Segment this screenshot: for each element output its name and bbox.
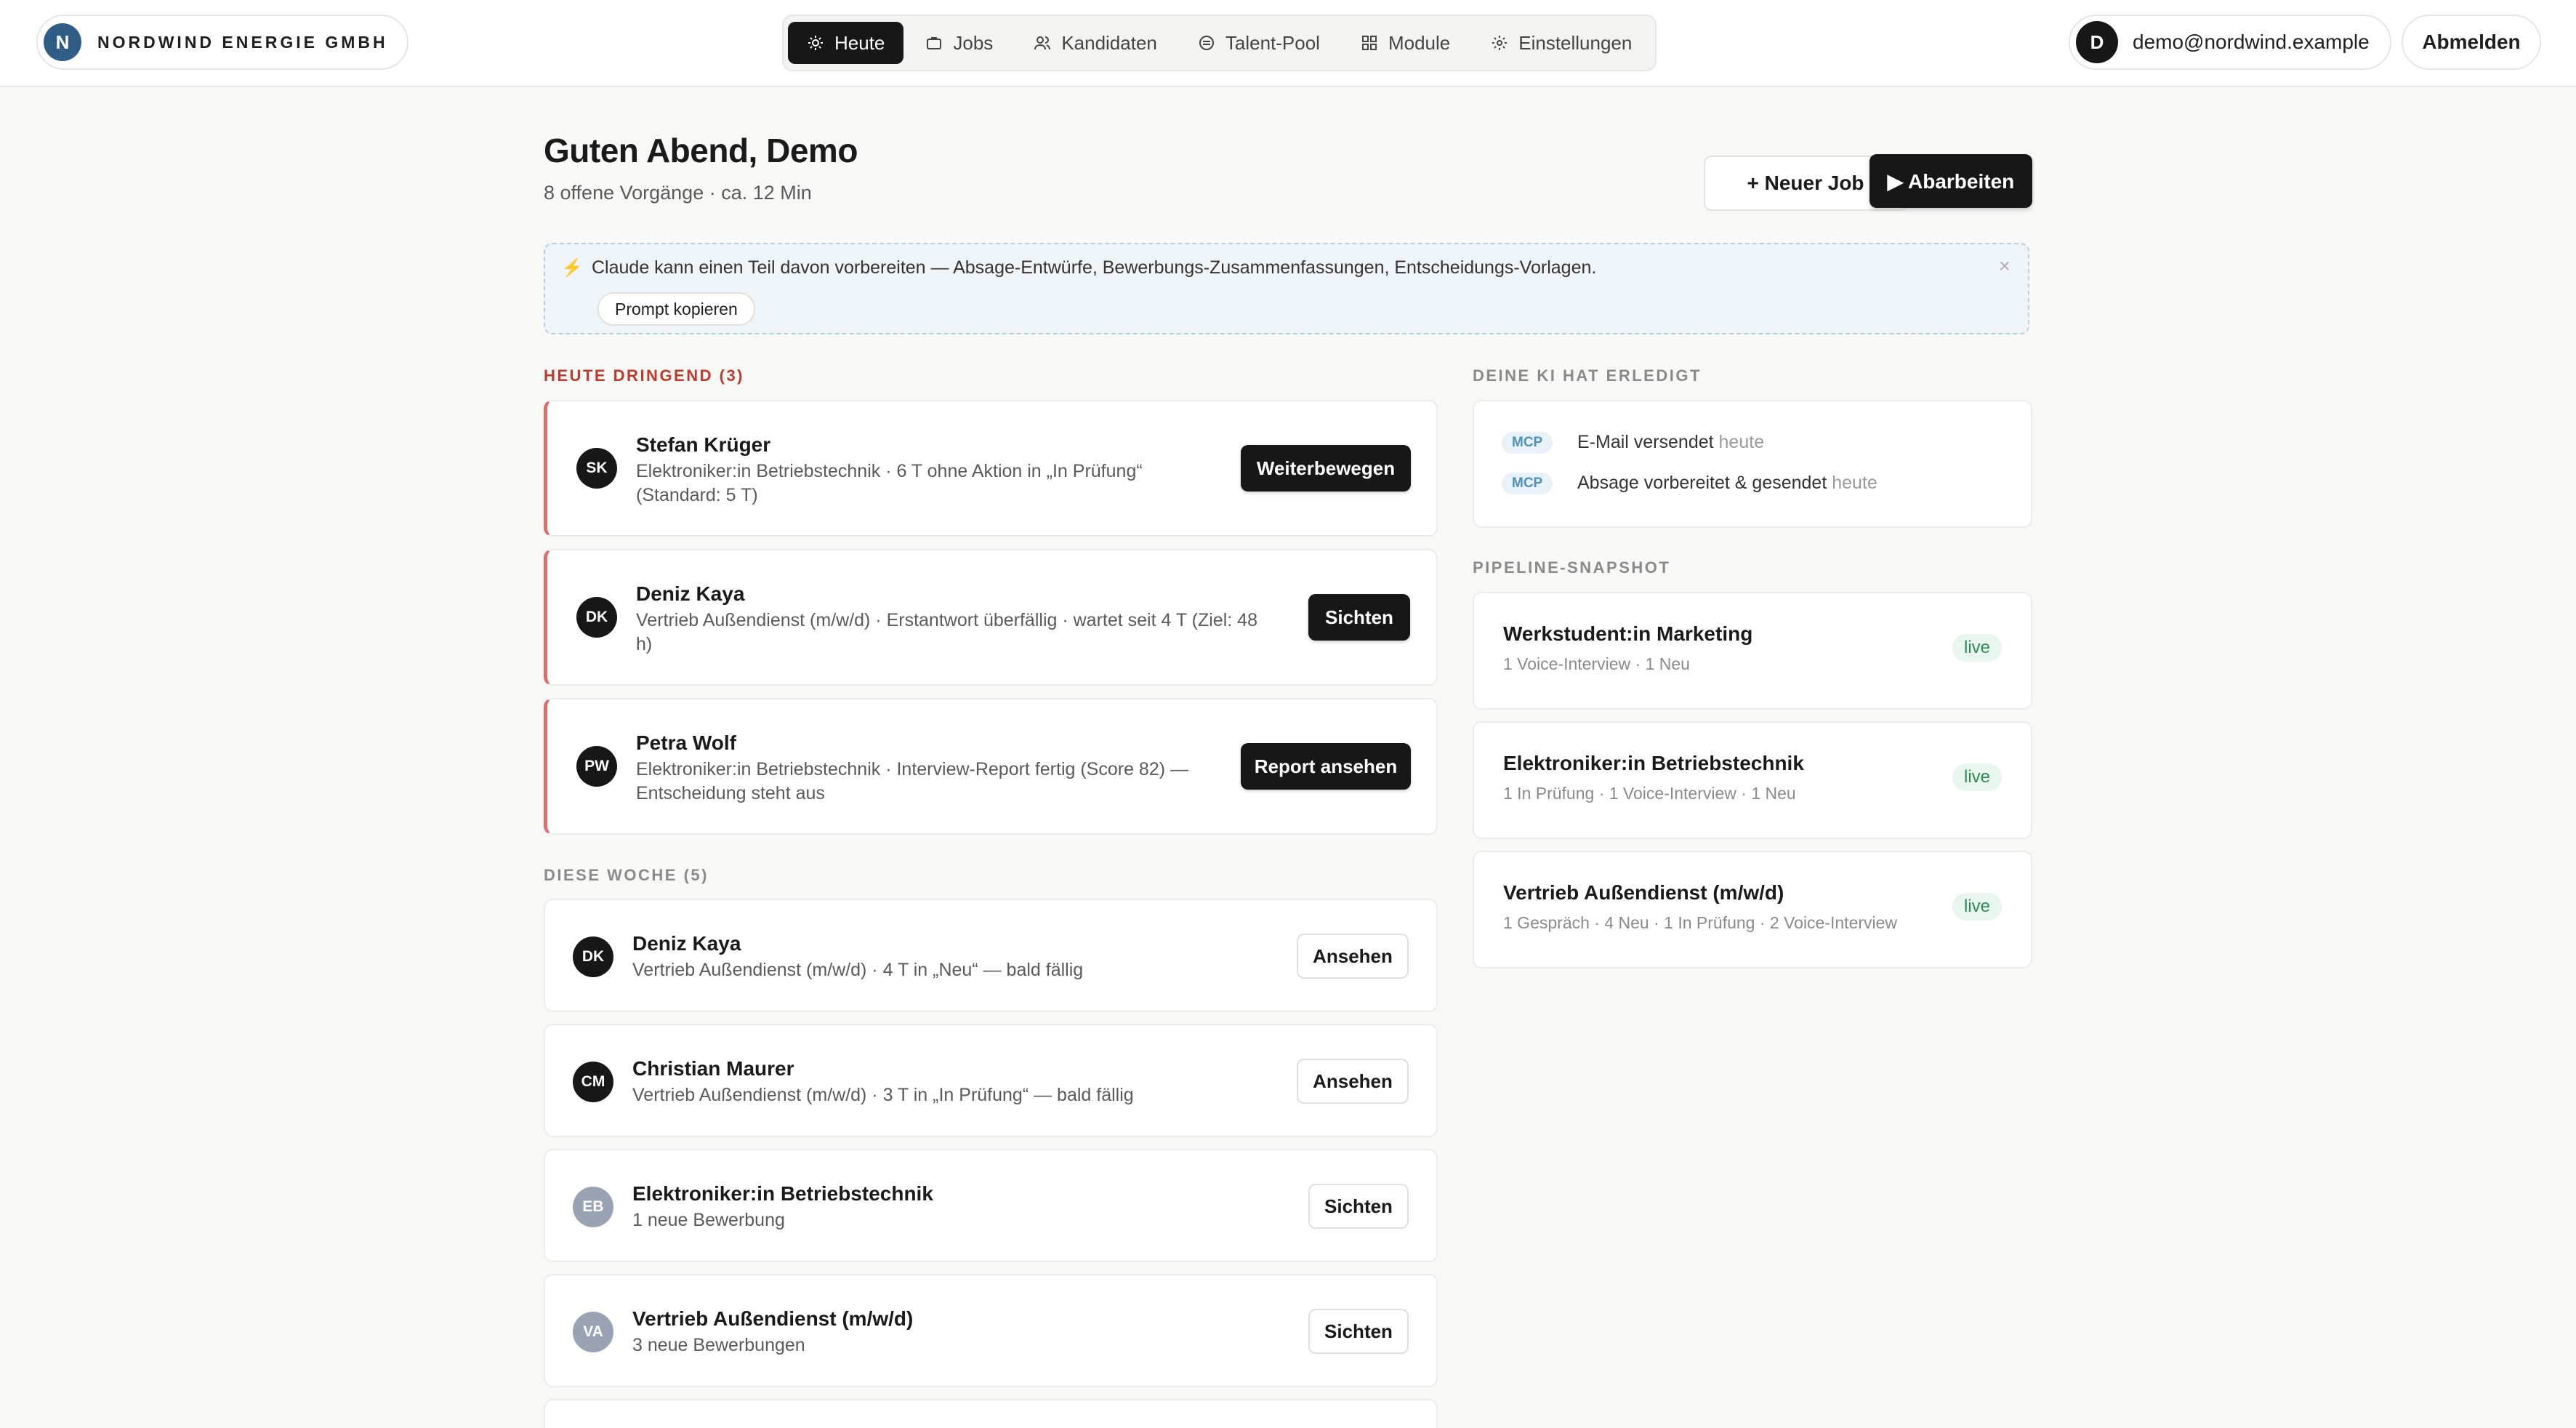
week-card[interactable]: DK Deniz Kaya Vertrieb Außendienst (m/w/… xyxy=(544,899,1438,1012)
status-badge: live xyxy=(1952,763,2002,791)
card-title: Elektroniker:in Betriebstechnik xyxy=(632,1182,933,1205)
week-card[interactable]: EB Elektroniker:in Betriebstechnik 1 neu… xyxy=(544,1149,1438,1262)
company-switcher[interactable]: N NORDWIND ENERGIE GMBH xyxy=(36,15,408,70)
review-button[interactable]: Sichten xyxy=(1308,1309,1409,1354)
card-desc-line2: Entscheidung steht aus xyxy=(636,783,825,803)
avatar: SK xyxy=(576,448,617,489)
nav-item-module[interactable]: Module xyxy=(1342,22,1469,64)
ai-done-time: heute xyxy=(1832,473,1877,493)
company-logo: N xyxy=(44,23,81,61)
week-section-label: DIESE WOCHE (5) xyxy=(544,866,709,884)
ai-done-panel: MCP E-Mail versendet heute MCP Absage vo… xyxy=(1473,400,2032,528)
urgent-section-label: HEUTE DRINGEND (3) xyxy=(544,366,745,385)
ai-done-item: E-Mail versendet heute xyxy=(1577,432,1764,453)
pipeline-job-title: Werkstudent:in Marketing xyxy=(1503,622,1753,645)
close-icon[interactable]: × xyxy=(1999,254,2011,278)
main-nav: Heute Jobs Kandidaten Talent-Pool Module… xyxy=(782,15,1657,71)
briefcase-icon xyxy=(927,37,942,49)
card-title: Vertrieb Außendienst (m/w/d) xyxy=(632,1307,914,1330)
logout-button[interactable]: Abmelden xyxy=(2402,15,2541,70)
avatar: DK xyxy=(576,597,617,638)
nav-item-einstellungen[interactable]: Einstellungen xyxy=(1472,22,1651,64)
avatar: CM xyxy=(573,1062,613,1102)
pipeline-job-stats: 1 Voice-Interview · 1 Neu xyxy=(1503,654,1690,673)
card-desc-line1: Vertrieb Außendienst (m/w/d) · Erstantwo… xyxy=(636,610,1257,630)
lightning-icon: ⚡ xyxy=(561,258,583,278)
copy-prompt-button[interactable]: Prompt kopieren xyxy=(597,292,755,326)
nav-item-kandidaten[interactable]: Kandidaten xyxy=(1015,22,1176,64)
urgent-card[interactable]: SK Stefan Krüger Elektroniker:in Betrieb… xyxy=(544,400,1438,537)
review-button[interactable]: Sichten xyxy=(1308,1184,1409,1229)
card-desc-line2: (Standard: 5 T) xyxy=(636,485,758,505)
card-title: Stefan Krüger xyxy=(636,433,771,456)
nav-item-label: Einstellungen xyxy=(1518,31,1633,54)
page-title: Guten Abend, Demo xyxy=(544,132,858,169)
avatar: EB xyxy=(573,1187,613,1227)
user-menu[interactable]: D demo@nordwind.example xyxy=(2069,15,2391,70)
avatar: DK xyxy=(573,936,613,977)
card-title: Christian Maurer xyxy=(632,1057,794,1080)
card-desc-line2: h) xyxy=(636,634,653,654)
mcp-badge: MCP xyxy=(1502,473,1553,494)
card-title: Deniz Kaya xyxy=(636,582,745,605)
company-name: NORDWIND ENERGIE GMBH xyxy=(97,32,388,52)
claude-hint-banner: ⚡ Claude kann einen Teil davon vorbereit… xyxy=(544,243,2029,334)
card-desc-line1: Elektroniker:in Betriebstechnik · 6 T oh… xyxy=(636,461,1143,481)
sun-icon xyxy=(808,36,823,50)
pipeline-job-title: Elektroniker:in Betriebstechnik xyxy=(1503,752,1804,774)
page-subtitle: 8 offene Vorgänge · ca. 12 Min xyxy=(544,182,812,204)
nav-item-label: Heute xyxy=(834,31,885,54)
nav-item-label: Kandidaten xyxy=(1061,31,1157,54)
status-badge: live xyxy=(1952,634,2002,662)
view-button[interactable]: Ansehen xyxy=(1297,1059,1409,1104)
ai-done-text: E-Mail versendet xyxy=(1577,432,1714,452)
card-title: Petra Wolf xyxy=(636,731,736,754)
nav-item-label: Module xyxy=(1388,31,1451,54)
avatar: D xyxy=(2076,21,2118,63)
card-desc: 3 neue Bewerbungen xyxy=(632,1335,805,1355)
card-desc: 1 neue Bewerbung xyxy=(632,1210,785,1230)
card-title: Deniz Kaya xyxy=(632,932,741,955)
users-icon xyxy=(1034,36,1051,50)
ai-done-time: heute xyxy=(1718,432,1765,452)
urgent-card[interactable]: DK Deniz Kaya Vertrieb Außendienst (m/w/… xyxy=(544,549,1438,686)
nav-item-label: Jobs xyxy=(953,31,994,54)
card-desc: Vertrieb Außendienst (m/w/d) · 3 T in „I… xyxy=(632,1085,1134,1105)
card-desc-line1: Elektroniker:in Betriebstechnik · Interv… xyxy=(636,759,1189,779)
pipeline-job-stats: 1 Gespräch · 4 Neu · 1 In Prüfung · 2 Vo… xyxy=(1503,913,1898,932)
nav-item-jobs[interactable]: Jobs xyxy=(906,22,1012,64)
banner-text: Claude kann einen Teil davon vorbereiten… xyxy=(592,257,1597,278)
pipeline-job-stats: 1 In Prüfung · 1 Voice-Interview · 1 Neu xyxy=(1503,784,1796,803)
nav-item-heute[interactable]: Heute xyxy=(788,22,904,64)
ai-done-text: Absage vorbereitet & gesendet xyxy=(1577,473,1827,493)
mcp-badge: MCP xyxy=(1502,432,1553,454)
view-report-button[interactable]: Report ansehen xyxy=(1241,743,1411,790)
pipeline-section-label: PIPELINE-SNAPSHOT xyxy=(1473,558,1671,577)
week-card[interactable]: CM Christian Maurer Vertrieb Außendienst… xyxy=(544,1024,1438,1137)
pool-icon xyxy=(1199,36,1214,50)
ai-done-section-label: DEINE KI HAT ERLEDIGT xyxy=(1473,366,1702,385)
week-card-partial[interactable] xyxy=(544,1399,1438,1428)
avatar: PW xyxy=(576,746,617,787)
user-email: demo@nordwind.example xyxy=(2133,31,2370,53)
nav-item-label: Talent-Pool xyxy=(1225,31,1320,54)
gear-icon xyxy=(1492,36,1508,50)
review-button[interactable]: Sichten xyxy=(1308,594,1410,641)
ai-done-item: Absage vorbereitet & gesendet heute xyxy=(1577,473,1877,494)
status-badge: live xyxy=(1952,893,2002,920)
card-desc: Vertrieb Außendienst (m/w/d) · 4 T in „N… xyxy=(632,960,1084,980)
pipeline-card[interactable]: Elektroniker:in Betriebstechnik 1 In Prü… xyxy=(1473,721,2032,839)
pipeline-card[interactable]: Vertrieb Außendienst (m/w/d) 1 Gespräch … xyxy=(1473,851,2032,968)
pipeline-card[interactable]: Werkstudent:in Marketing 1 Voice-Intervi… xyxy=(1473,592,2032,710)
nav-item-talent-pool[interactable]: Talent-Pool xyxy=(1179,22,1339,64)
move-forward-button[interactable]: Weiterbewegen xyxy=(1241,445,1411,492)
pipeline-job-title: Vertrieb Außendienst (m/w/d) xyxy=(1503,881,1784,904)
grid-icon xyxy=(1361,36,1377,50)
view-button[interactable]: Ansehen xyxy=(1297,934,1409,979)
top-bar: N NORDWIND ENERGIE GMBH Heute Jobs Kandi… xyxy=(0,0,2576,87)
urgent-card[interactable]: PW Petra Wolf Elektroniker:in Betriebste… xyxy=(544,698,1438,835)
process-button[interactable]: ▶ Abarbeiten xyxy=(1869,154,2032,208)
avatar: VA xyxy=(573,1312,613,1352)
week-card[interactable]: VA Vertrieb Außendienst (m/w/d) 3 neue B… xyxy=(544,1274,1438,1387)
